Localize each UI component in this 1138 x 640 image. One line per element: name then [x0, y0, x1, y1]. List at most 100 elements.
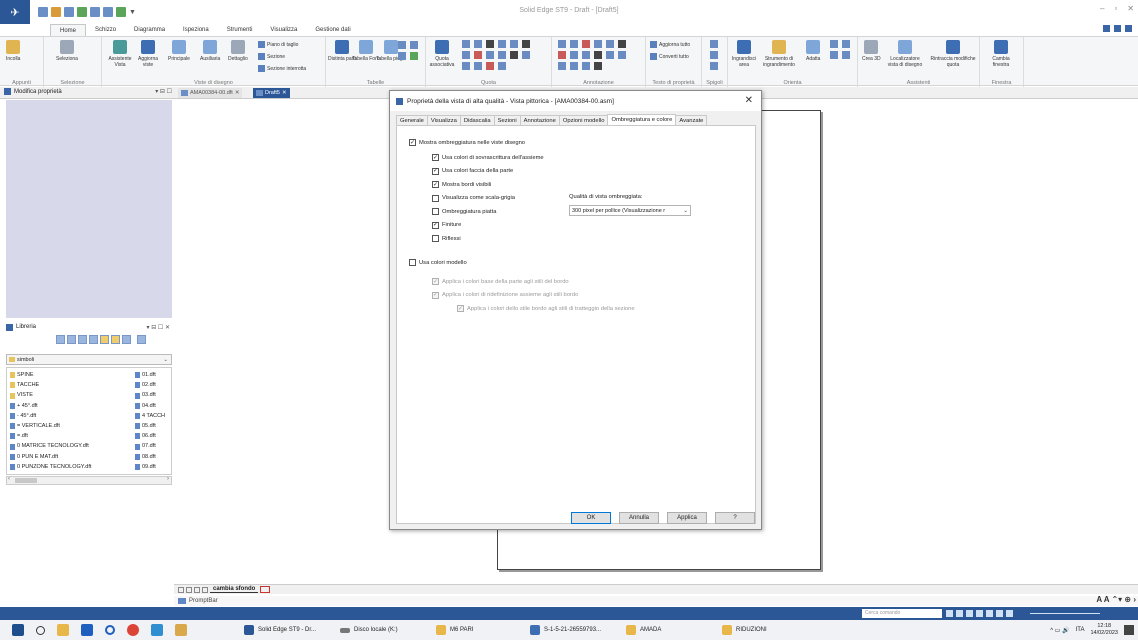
edge-icon[interactable]	[710, 40, 718, 48]
option-checkbox[interactable]: Visualizza come scala-grigia	[432, 194, 515, 202]
adatta-button[interactable]: Adatta	[806, 40, 820, 62]
option-checkbox[interactable]: ✓ Finiture	[432, 221, 461, 229]
dimension-icon[interactable]	[486, 40, 494, 48]
browser-icon[interactable]	[105, 625, 115, 635]
dettaglio-button[interactable]: Dettaglio	[228, 40, 248, 62]
library-item[interactable]: 05.dft	[135, 421, 165, 431]
annotation-icon[interactable]	[594, 51, 602, 59]
command-search-input[interactable]: Cerca comando	[862, 609, 942, 618]
taskbar-item-m6-pari[interactable]: M6 PARI	[436, 623, 474, 637]
library-item[interactable]: 4 TACCH	[135, 411, 165, 421]
tab-visualizza[interactable]: Visualizza	[261, 24, 306, 36]
library-folder-select[interactable]: simboli ⌄	[6, 354, 172, 365]
zoom-slider[interactable]	[1030, 613, 1100, 614]
dimension-icon[interactable]	[474, 62, 482, 70]
sezione-interrotta-button[interactable]: Sezione interrotta	[258, 65, 306, 72]
library-item[interactable]: 01.dft	[135, 370, 165, 380]
scrollbar-thumb[interactable]	[15, 478, 37, 483]
dialog-close-button[interactable]: ✕	[745, 95, 753, 106]
clock[interactable]: 12:18 14/02/2023	[1090, 623, 1118, 637]
open-icon[interactable]	[51, 7, 61, 17]
quality-select[interactable]: 300 pixel per pollice (Visualizzazione r…	[569, 205, 691, 216]
dimension-icon[interactable]	[498, 51, 506, 59]
converti-tutto-button[interactable]: Converti tutto	[650, 53, 689, 60]
option-checkbox[interactable]: ✓ Usa colori faccia della parte	[432, 167, 513, 175]
dimension-icon[interactable]	[474, 40, 482, 48]
library-item[interactable]: 06.dft	[135, 431, 165, 441]
language-indicator[interactable]: ITA	[1076, 627, 1085, 633]
sheet-tab[interactable]: cambia sfondo	[210, 586, 259, 593]
dimension-icon[interactable]	[522, 51, 530, 59]
new-icon[interactable]	[38, 7, 48, 17]
ausiliaria-button[interactable]: Ausiliaria	[200, 40, 220, 62]
aggiorna-viste-button[interactable]: Aggiorna viste	[136, 40, 160, 68]
windows-start-icon[interactable]	[12, 624, 24, 636]
assistente-vista-button[interactable]: Assistente Vista	[106, 40, 134, 68]
library-tool-icon[interactable]	[56, 335, 65, 344]
close-tab-icon[interactable]: ✕	[282, 90, 287, 96]
model-colors-checkbox[interactable]: Usa colori modello	[409, 259, 467, 266]
search-icon[interactable]	[36, 625, 45, 635]
status-tool-icon[interactable]	[946, 610, 953, 617]
dimension-icon[interactable]	[510, 40, 518, 48]
dimension-icon[interactable]	[462, 62, 470, 70]
dimension-icon[interactable]	[462, 40, 470, 48]
dialog-tab[interactable]: Annotazione	[519, 115, 560, 125]
scroll-right-icon[interactable]: ›	[167, 476, 169, 482]
dimension-icon[interactable]	[522, 40, 530, 48]
taskbar-item-solid-edge[interactable]: Solid Edge ST9 - Dr...	[244, 623, 316, 637]
minimize-button[interactable]: –	[1100, 4, 1104, 13]
refresh-icon[interactable]	[137, 335, 146, 344]
library-item[interactable]: 04.dft	[135, 401, 165, 411]
close-tab-icon[interactable]: ✕	[235, 90, 240, 96]
dimension-icon[interactable]	[486, 62, 494, 70]
edge-icon[interactable]	[710, 51, 718, 59]
strumento-ingrandimento-button[interactable]: Strumento di ingrandimento	[762, 40, 796, 68]
option-checkbox[interactable]: Riflessi	[432, 235, 461, 242]
dialog-tab[interactable]: Didascalia	[459, 115, 495, 125]
annotation-icon[interactable]	[606, 51, 614, 59]
annotation-icon[interactable]	[594, 62, 602, 70]
annotation-icon[interactable]	[606, 40, 614, 48]
pan-icon[interactable]	[842, 40, 850, 48]
library-item[interactable]: TACCHE	[10, 380, 91, 390]
annotation-icon[interactable]	[582, 40, 590, 48]
option-checkbox[interactable]: ✓ Mostra bordi visibili	[432, 181, 491, 188]
sheet-icon[interactable]	[116, 7, 126, 17]
first-sheet-button[interactable]	[178, 586, 184, 593]
library-item[interactable]: - 45°.dft	[10, 411, 91, 421]
taskbar-item-amada[interactable]: AMADA	[626, 623, 661, 637]
taskbar-item-disk[interactable]: Disco locale (K:)	[340, 623, 398, 637]
aggiorna-tutto-button[interactable]: Aggiorna tutto	[650, 41, 690, 48]
taskbar-item-riduzioni[interactable]: RIDUZIONI	[722, 623, 767, 637]
apply-button[interactable]: Applica	[667, 512, 707, 524]
quota-associativa-button[interactable]: Quota associativa	[430, 40, 454, 68]
annotation-icon[interactable]	[582, 51, 590, 59]
status-tool-icon[interactable]	[966, 610, 973, 617]
tab-strumenti[interactable]: Strumenti	[218, 24, 262, 36]
pan-icon[interactable]	[842, 51, 850, 59]
annotation-icon[interactable]	[570, 62, 578, 70]
customize-qat-icon[interactable]: ▼	[129, 9, 136, 16]
tab-gestione-dati[interactable]: Gestione dati	[306, 24, 359, 36]
prev-sheet-button[interactable]	[186, 586, 192, 593]
options-icon[interactable]	[1125, 25, 1132, 32]
principale-button[interactable]: Principale	[168, 40, 190, 62]
option-checkbox[interactable]: ✓ Applica i colori dello stile bordo agli…	[457, 305, 635, 312]
scroll-left-icon[interactable]: ‹	[8, 476, 10, 482]
library-item[interactable]: 02.dft	[135, 380, 165, 390]
library-item[interactable]: + 45°.dft	[10, 401, 91, 411]
crea-3d-button[interactable]: Crea 3D	[862, 40, 881, 62]
folder-up-icon[interactable]	[100, 335, 109, 344]
text-size-tool[interactable]: A A ⌃▾ ⊕ ›	[1096, 595, 1136, 604]
save-icon[interactable]	[64, 7, 74, 17]
status-tool-icon[interactable]	[976, 610, 983, 617]
pan-icon[interactable]	[830, 40, 838, 48]
dialog-tab[interactable]: Generale	[396, 115, 428, 125]
chrome-icon[interactable]	[127, 624, 139, 636]
help-button[interactable]: ?	[715, 512, 755, 524]
outlook-icon[interactable]	[81, 624, 93, 636]
annotation-icon[interactable]	[618, 51, 626, 59]
help-icon[interactable]	[1103, 25, 1110, 32]
edge-icon[interactable]	[710, 62, 718, 70]
